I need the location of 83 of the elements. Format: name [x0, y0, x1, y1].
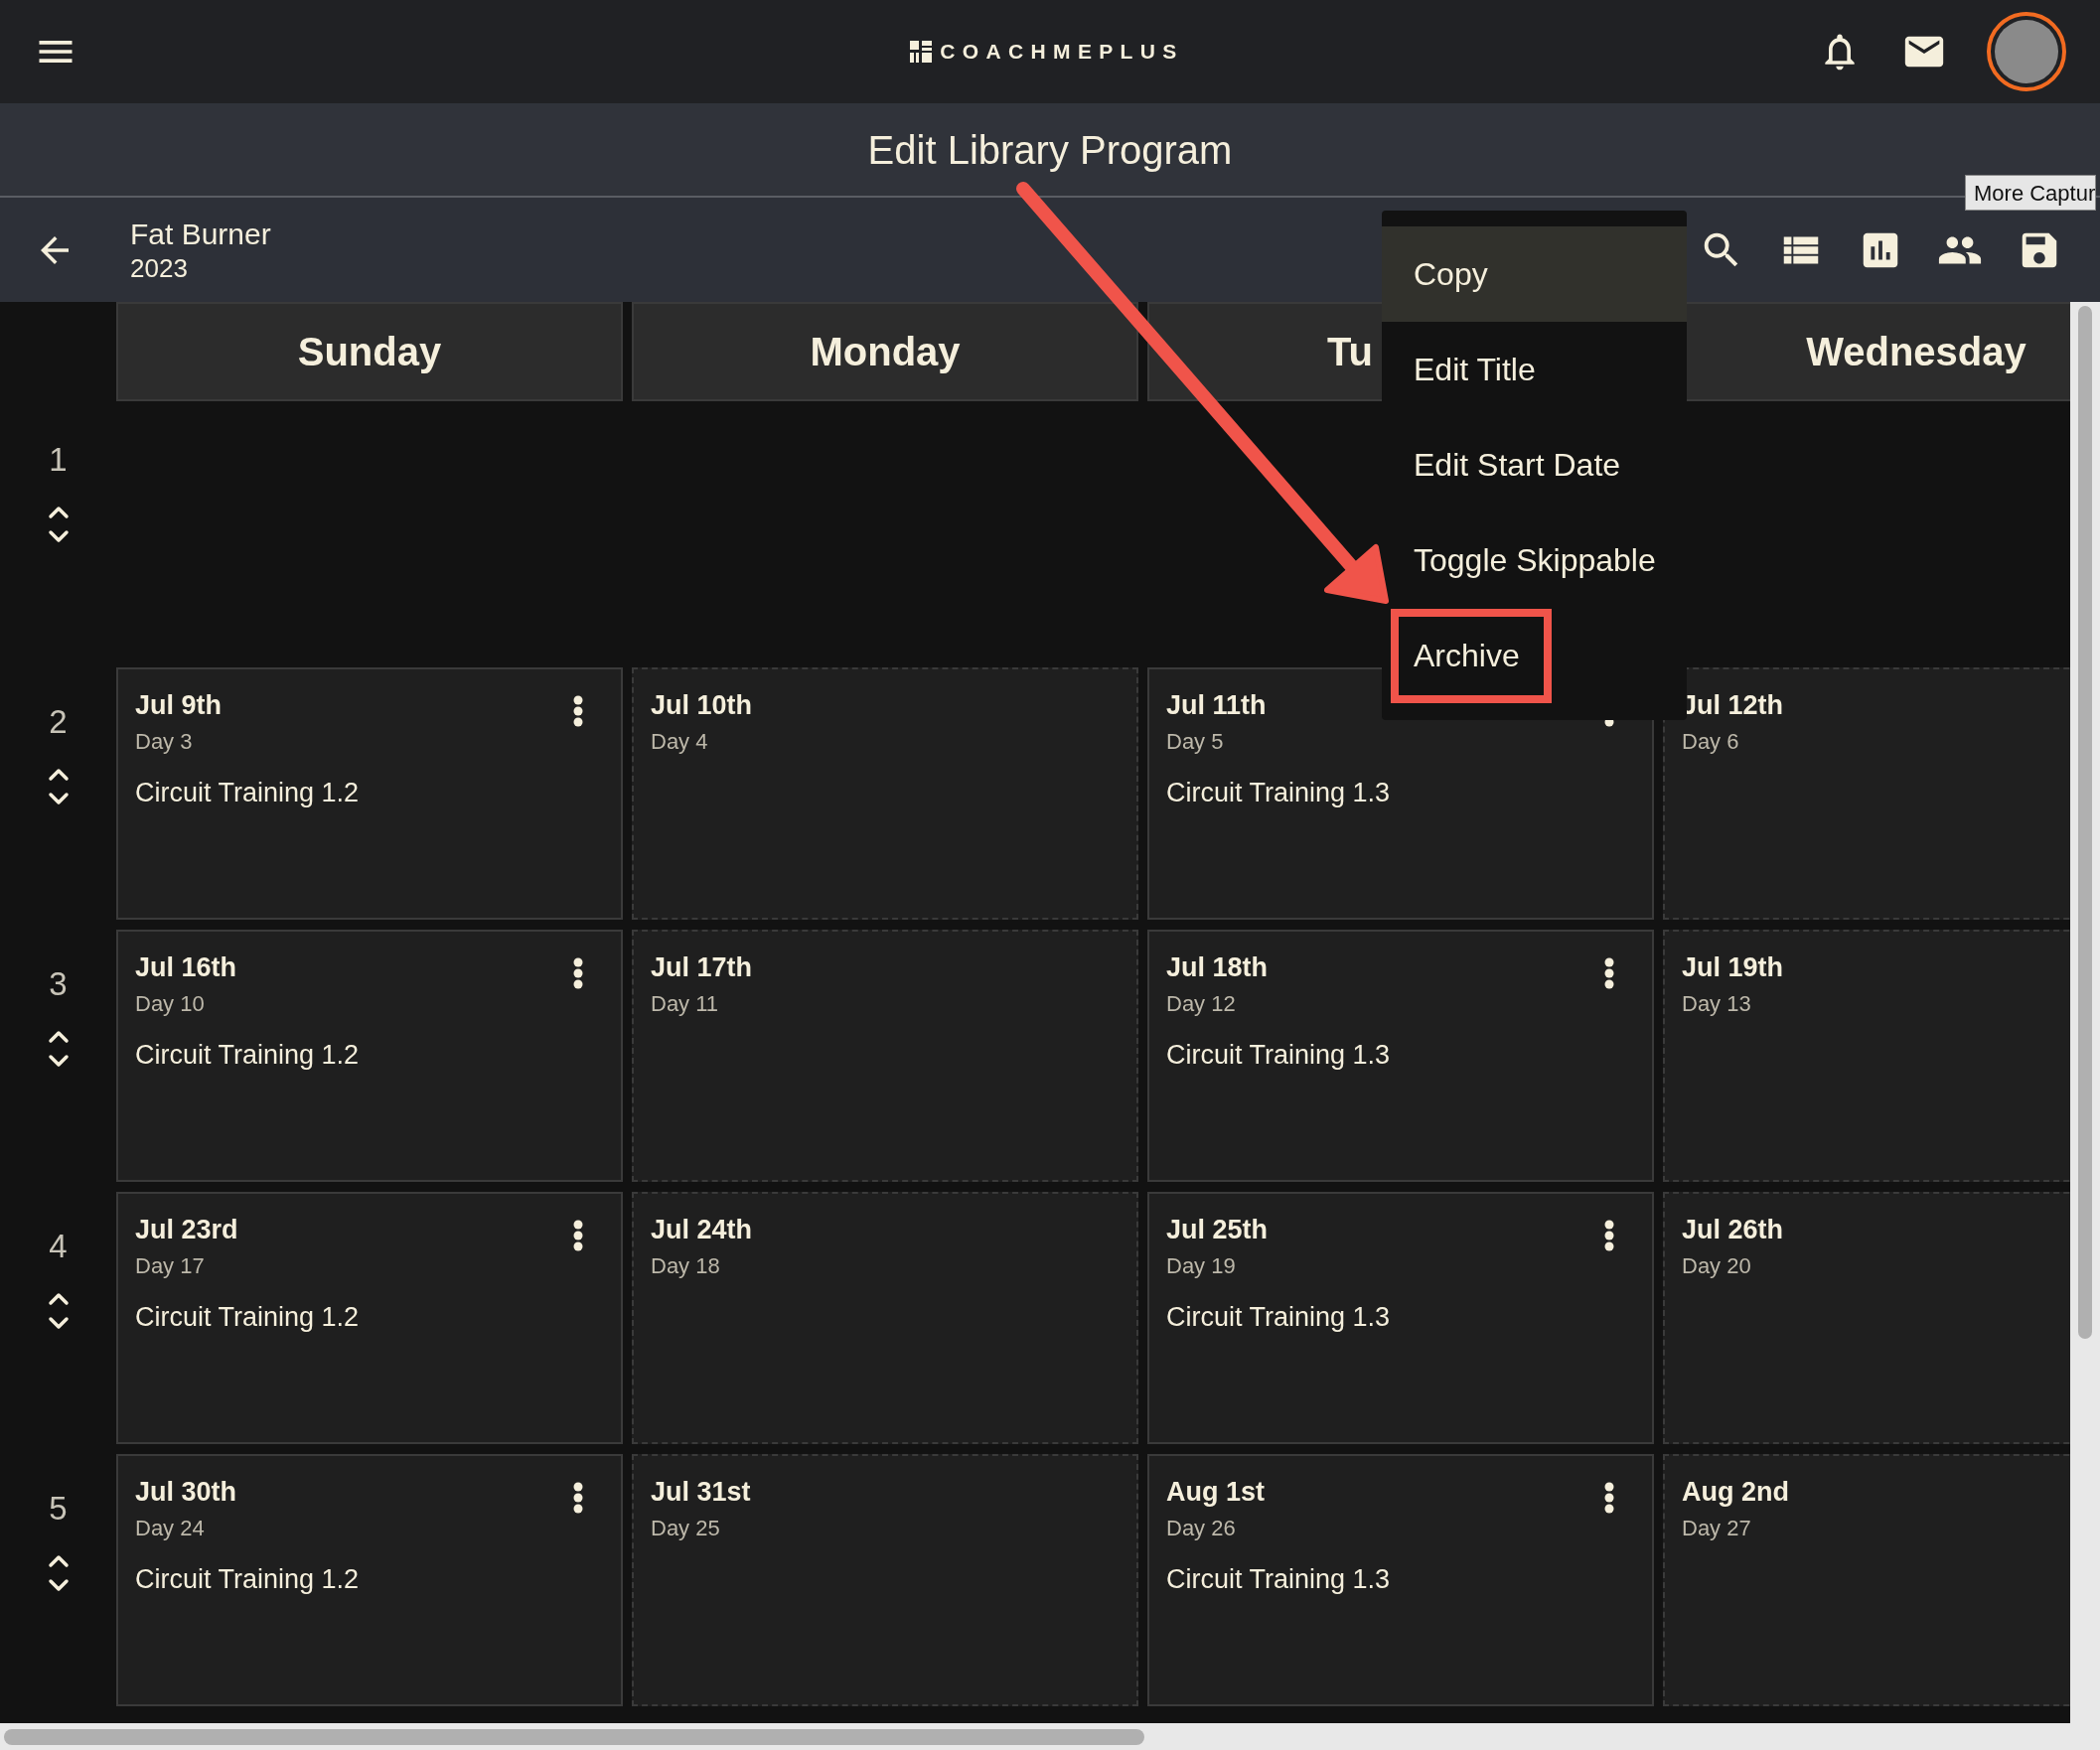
day-number: Day 24 — [135, 1515, 205, 1542]
date-label: Jul 18th — [1166, 951, 1269, 984]
day-number: Day 13 — [1682, 990, 1751, 1018]
week-number: 5 — [49, 1489, 68, 1529]
weekday-label: Tu — [1327, 329, 1373, 375]
more-icon — [1604, 957, 1614, 989]
day-number: Day 10 — [135, 990, 205, 1018]
day-number: Day 11 — [651, 990, 719, 1018]
reorder-icon[interactable] — [47, 504, 70, 544]
day-card[interactable]: Jul 16th Day 10 Circuit Training 1.2 — [116, 930, 623, 1182]
day-card[interactable]: Jul 26th Day 20 — [1663, 1192, 2070, 1444]
reorder-icon[interactable] — [47, 766, 70, 806]
workout-name[interactable]: Circuit Training 1.2 — [135, 1561, 360, 1597]
day-card[interactable]: Jul 10th Day 4 — [632, 667, 1138, 920]
program-year: 2023 — [130, 251, 189, 284]
day-number: Day 19 — [1166, 1252, 1236, 1280]
weekday-label: Wednesday — [1806, 329, 2026, 375]
workout-name[interactable]: Circuit Training 1.2 — [135, 775, 360, 810]
reorder-icon[interactable] — [47, 1290, 70, 1331]
weekday-label: Monday — [810, 329, 961, 375]
workout-name[interactable]: Circuit Training 1.3 — [1166, 1561, 1391, 1597]
week-number: 1 — [49, 440, 68, 480]
day-number: Day 26 — [1166, 1515, 1236, 1542]
vertical-scrollbar[interactable] — [2078, 306, 2092, 1339]
workout-name[interactable]: Circuit Training 1.3 — [1166, 1299, 1391, 1335]
more-icon — [573, 695, 583, 727]
more-icon — [1604, 1220, 1614, 1251]
date-label: Jul 26th — [1682, 1214, 1784, 1246]
day-number: Day 25 — [651, 1515, 720, 1542]
reorder-icon[interactable] — [47, 1028, 70, 1069]
more-icon — [573, 957, 583, 989]
day-card[interactable]: Aug 1st Day 26 Circuit Training 1.3 — [1147, 1454, 1654, 1706]
date-label: Jul 24th — [651, 1214, 753, 1246]
horizontal-scrollbar[interactable] — [4, 1728, 1144, 1745]
day-card[interactable]: Jul 25th Day 19 Circuit Training 1.3 — [1147, 1192, 1654, 1444]
tooltip: More Captur — [1965, 175, 2097, 211]
more-icon — [573, 1482, 583, 1514]
reorder-icon[interactable] — [47, 1552, 70, 1593]
day-number: Day 18 — [651, 1252, 720, 1280]
day-number: Day 12 — [1166, 990, 1236, 1018]
day-card[interactable]: Jul 24th Day 18 — [632, 1192, 1138, 1444]
date-label: Jul 10th — [651, 689, 753, 722]
workout-name[interactable]: Circuit Training 1.3 — [1166, 1037, 1391, 1073]
date-label: Jul 11th — [1166, 689, 1267, 722]
date-label: Jul 16th — [135, 951, 237, 984]
day-card[interactable]: Jul 19th Day 13 — [1663, 930, 2070, 1182]
day-card[interactable]: Jul 30th Day 24 Circuit Training 1.2 — [116, 1454, 623, 1706]
day-card[interactable]: Jul 23rd Day 17 Circuit Training 1.2 — [116, 1192, 623, 1444]
date-label: Jul 30th — [135, 1476, 237, 1509]
day-number: Day 6 — [1682, 728, 1739, 756]
day-card[interactable]: Jul 17th Day 11 — [632, 930, 1138, 1182]
workout-name[interactable]: Circuit Training 1.2 — [135, 1299, 360, 1335]
weekday-label: Sunday — [297, 329, 442, 375]
week-number: 2 — [49, 702, 68, 742]
week-number: 3 — [49, 964, 68, 1004]
program-name: Fat Burner — [130, 216, 271, 252]
date-label: Jul 9th — [135, 689, 222, 722]
day-number: Day 4 — [651, 728, 708, 756]
date-label: Jul 25th — [1166, 1214, 1269, 1246]
date-label: Jul 17th — [651, 951, 753, 984]
menu-item[interactable]: Copy — [1382, 226, 1687, 322]
day-card[interactable]: Jul 9th Day 3 Circuit Training 1.2 — [116, 667, 623, 920]
day-card[interactable]: Jul 18th Day 12 Circuit Training 1.3 — [1147, 930, 1654, 1182]
logo-text: COACHMEPLUS — [940, 39, 1184, 66]
date-label: Aug 1st — [1166, 1476, 1265, 1509]
day-card[interactable]: Jul 31st Day 25 — [632, 1454, 1138, 1706]
logo-icon — [910, 41, 933, 63]
date-label: Jul 31st — [651, 1476, 751, 1509]
week-number: 4 — [49, 1227, 68, 1266]
more-icon — [573, 1220, 583, 1251]
date-label: Jul 19th — [1682, 951, 1784, 984]
workout-name[interactable]: Circuit Training 1.2 — [135, 1037, 360, 1073]
day-number: Day 3 — [135, 728, 193, 756]
more-icon — [1604, 1482, 1614, 1514]
day-number: Day 20 — [1682, 1252, 1751, 1280]
day-number: Day 27 — [1682, 1515, 1751, 1542]
day-card[interactable]: Aug 2nd Day 27 — [1663, 1454, 2070, 1706]
workout-name[interactable]: Circuit Training 1.3 — [1166, 775, 1391, 810]
date-label: Jul 23rd — [135, 1214, 238, 1246]
day-number: Day 17 — [135, 1252, 205, 1280]
day-number: Day 5 — [1166, 728, 1224, 756]
page-title: Edit Library Program — [867, 126, 1233, 174]
date-label: Aug 2nd — [1682, 1476, 1789, 1509]
